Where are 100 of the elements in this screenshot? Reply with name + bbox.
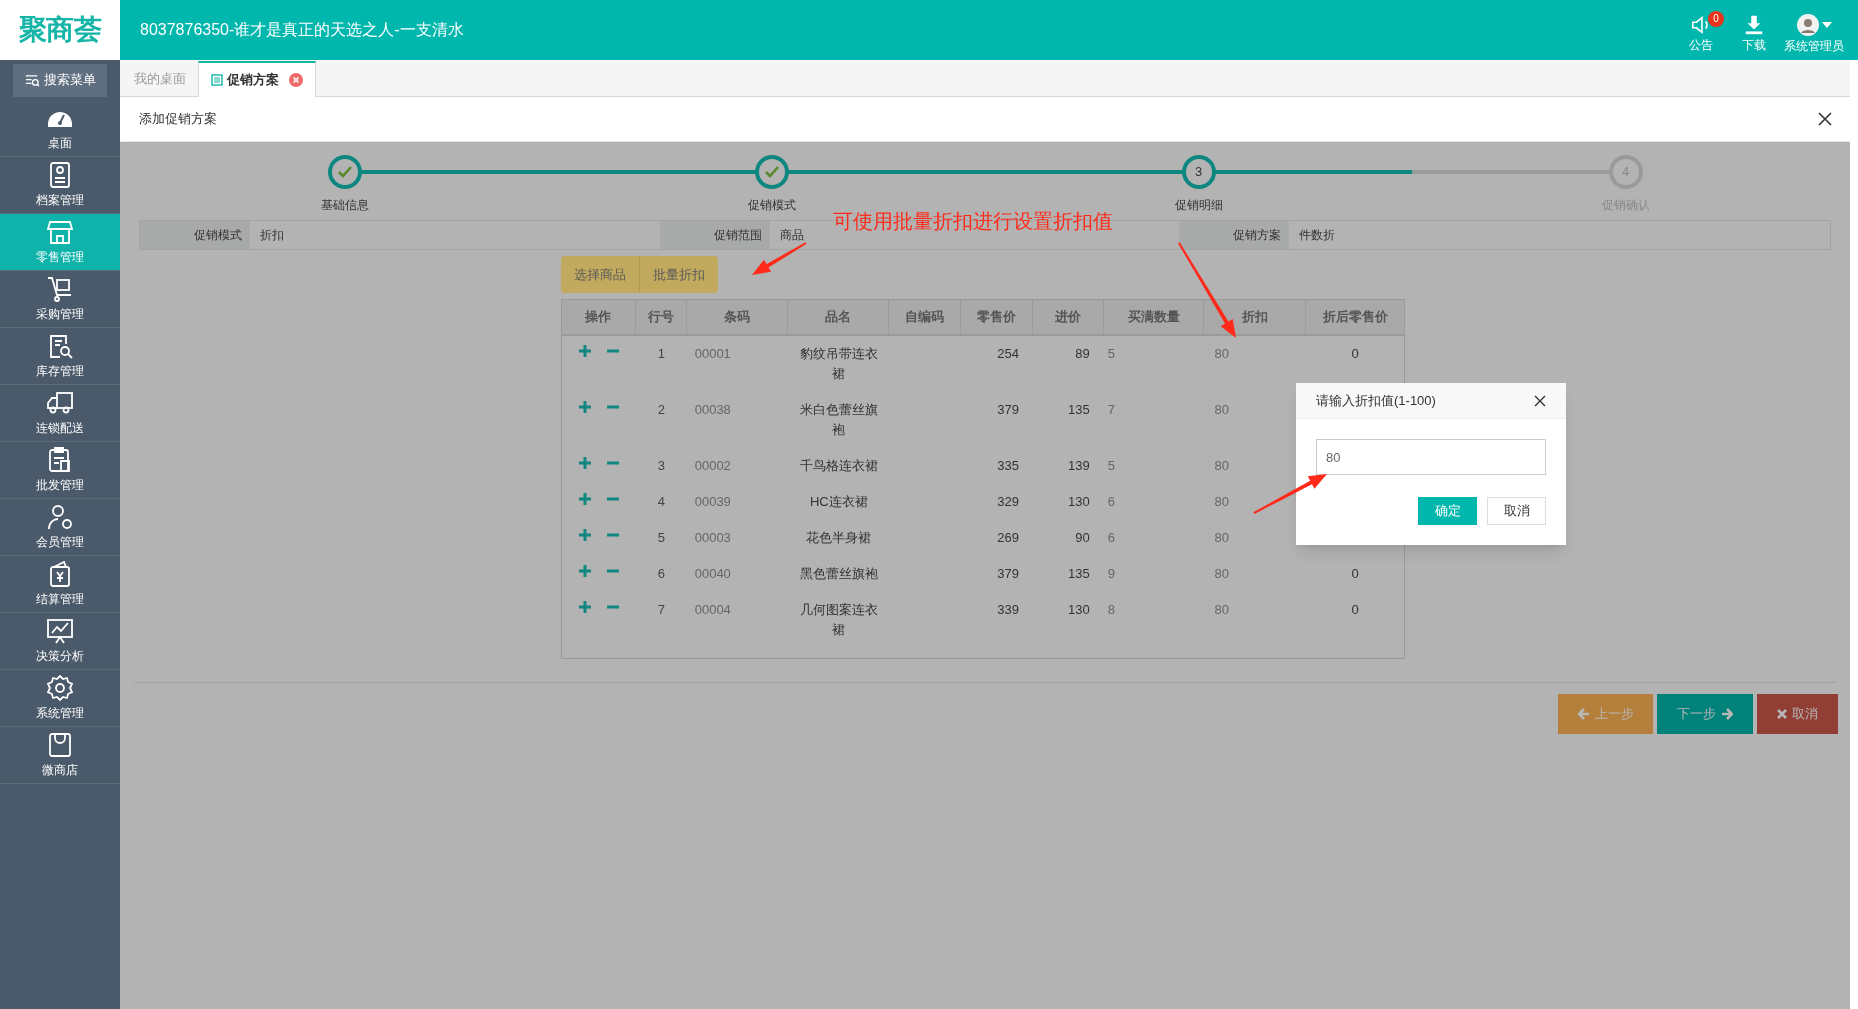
settings-icon: [46, 674, 74, 702]
column-header: 买满数量: [1103, 300, 1205, 334]
table-cell: 00003: [694, 530, 731, 545]
table-cell: 0: [1351, 602, 1359, 617]
table-cell: 1: [657, 346, 665, 361]
table-cell: 80: [1214, 458, 1229, 473]
input-field[interactable]: 80: [1316, 439, 1546, 475]
field-value: 件数折: [1299, 227, 1335, 244]
cancel-button[interactable]: 取消: [1757, 694, 1838, 734]
search-icon: [24, 72, 40, 88]
table-cell: 几何图案连衣裙: [799, 602, 878, 637]
table-cell: 135: [1068, 566, 1090, 581]
person-icon: [46, 503, 74, 531]
close-icon[interactable]: [1818, 112, 1832, 126]
table-cell: 7: [657, 602, 665, 617]
column-header: 操作: [562, 300, 636, 334]
step-label: 促销模式: [747, 197, 796, 214]
table-cell: 00039: [694, 494, 731, 509]
plus-icon[interactable]: [578, 345, 591, 357]
table-cell: 379: [997, 566, 1019, 581]
table-cell: 6: [1107, 530, 1115, 545]
table-cell: 135: [1068, 402, 1090, 417]
close-icon: [1777, 709, 1787, 719]
table-cell: 0: [1351, 566, 1359, 581]
step-label: 促销明细: [1174, 197, 1223, 214]
cart-icon: [46, 275, 74, 303]
dialog-title: 请输入折扣值(1-100): [1316, 391, 1436, 410]
arrow-right-icon: [1721, 708, 1733, 720]
table-cell: 4: [657, 494, 665, 509]
column-header: 行号: [635, 300, 687, 334]
arrow: [752, 242, 807, 275]
table-cell: 80: [1214, 530, 1229, 545]
bag-icon: [46, 731, 74, 759]
table-cell: 9: [1107, 566, 1115, 581]
table-cell: 269: [997, 530, 1019, 545]
check-icon: [764, 166, 779, 178]
column-header: 进价: [1032, 300, 1104, 334]
step-marker: 3: [1181, 155, 1216, 189]
plus-icon[interactable]: [578, 457, 591, 469]
annotation-text: 可使用批量折扣进行设置折扣值: [833, 209, 1113, 234]
plus-icon[interactable]: [578, 401, 591, 413]
table-cell: 00040: [694, 566, 731, 581]
table-cell: 5: [657, 530, 665, 545]
shop-icon: [46, 218, 74, 246]
field-value: 折扣: [260, 227, 284, 244]
table-cell: 3: [657, 458, 665, 473]
table-cell: 黑色蕾丝旗袍: [799, 566, 878, 581]
check-icon: [337, 166, 352, 178]
table-cell: 5: [1107, 458, 1115, 473]
window-title: 8037876350-谁才是真正的天选之人-一支清水: [140, 20, 464, 40]
table-cell: 8: [1107, 602, 1115, 617]
table-cell: 花色半身裙: [806, 530, 872, 545]
table-cell: 6: [657, 566, 665, 581]
table-cell: 80: [1214, 346, 1229, 361]
table-cell: 千鸟格连衣裙: [799, 458, 878, 473]
column-header: 自编码: [889, 300, 962, 334]
chart-icon: [46, 617, 74, 645]
plus-icon[interactable]: [578, 565, 591, 577]
field-value: 商品: [780, 227, 804, 244]
tab[interactable]: 促销方案: [198, 61, 316, 97]
table-cell: 329: [997, 494, 1019, 509]
column-header: 品名: [788, 300, 890, 334]
plus-icon[interactable]: [578, 529, 591, 541]
column-header: 折后零售价: [1321, 308, 1389, 327]
table-cell: 379: [997, 402, 1019, 417]
close-icon[interactable]: [1534, 394, 1546, 407]
step-label: 基础信息: [320, 197, 369, 214]
table-cell: 80: [1214, 566, 1229, 581]
list-icon: [211, 74, 223, 86]
arrow-left-icon: [1577, 708, 1590, 720]
table-cell: 00038: [694, 402, 731, 417]
field-label: 促销方案: [1179, 221, 1289, 249]
plus-icon[interactable]: [578, 493, 591, 505]
cancel-button[interactable]: 取消: [1487, 497, 1546, 525]
table-cell: 米白色蕾丝旗袍: [799, 402, 878, 437]
table-cell: 2: [657, 402, 665, 417]
caret-icon: [1822, 22, 1832, 28]
table-cell: 00001: [694, 346, 731, 361]
table-cell: 254: [997, 346, 1019, 361]
table-cell: 339: [997, 602, 1019, 617]
field-label: 促销范围: [660, 221, 770, 249]
close-tab-icon[interactable]: [289, 73, 303, 87]
table-cell: 豹纹吊带连衣裙: [799, 346, 878, 381]
table-cell: 00004: [694, 602, 731, 617]
avatar-icon: [1796, 13, 1820, 37]
table-cell: 80: [1214, 602, 1229, 617]
table-cell: 130: [1068, 494, 1090, 509]
table-cell: 80: [1214, 494, 1229, 509]
table-cell: 7: [1107, 402, 1115, 417]
table-cell: 5: [1107, 346, 1115, 361]
column-header: 条码: [686, 300, 789, 334]
table-cell: 139: [1068, 458, 1090, 473]
table-cell: 6: [1107, 494, 1115, 509]
logo: 聚商荟: [19, 13, 101, 47]
table-cell: 89: [1075, 346, 1090, 361]
count-badge: 0: [1708, 11, 1724, 27]
notice-button[interactable]: 公告 0: [1678, 8, 1724, 52]
plus-icon[interactable]: [578, 601, 591, 613]
table-cell: 130: [1068, 602, 1090, 617]
search-menu-button[interactable]: 搜索菜单: [13, 63, 107, 97]
